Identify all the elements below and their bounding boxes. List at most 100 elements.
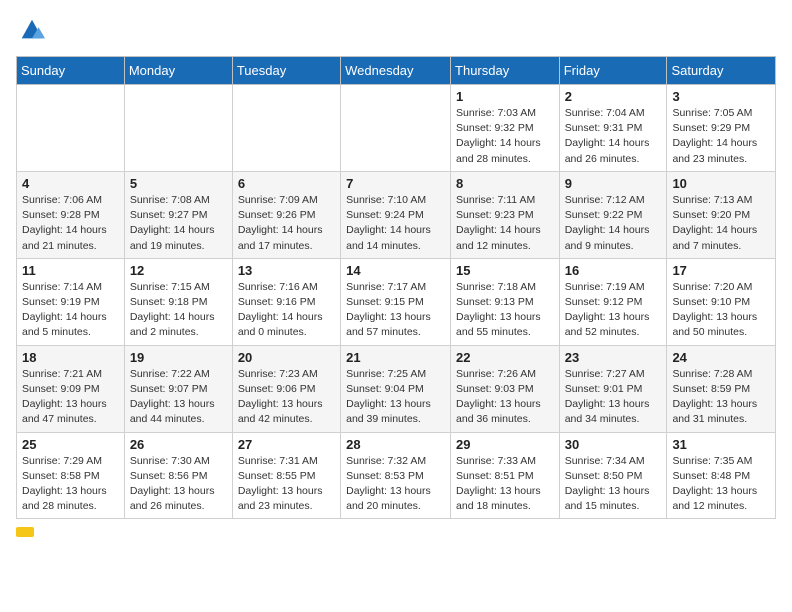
calendar-cell: 18Sunrise: 7:21 AM Sunset: 9:09 PM Dayli… xyxy=(17,345,125,432)
day-number: 21 xyxy=(346,350,445,365)
day-info: Sunrise: 7:23 AM Sunset: 9:06 PM Dayligh… xyxy=(238,367,335,428)
day-info: Sunrise: 7:11 AM Sunset: 9:23 PM Dayligh… xyxy=(456,193,554,254)
day-number: 14 xyxy=(346,263,445,278)
day-number: 30 xyxy=(565,437,662,452)
day-number: 12 xyxy=(130,263,227,278)
day-info: Sunrise: 7:19 AM Sunset: 9:12 PM Dayligh… xyxy=(565,280,662,341)
day-info: Sunrise: 7:15 AM Sunset: 9:18 PM Dayligh… xyxy=(130,280,227,341)
day-number: 9 xyxy=(565,176,662,191)
calendar-cell: 23 Sunrise: 7:27 AM Sunset: 9:01 PM Dayli… xyxy=(559,345,667,432)
day-number: 5 xyxy=(130,176,227,191)
calendar-cell: 15Sunrise: 7:18 AM Sunset: 9:13 PM Dayli… xyxy=(451,258,560,345)
day-info: Sunrise: 7:28 AM Sunset: 8:59 PM Dayligh… xyxy=(672,367,770,428)
day-info: Sunrise: 7:09 AM Sunset: 9:26 PM Dayligh… xyxy=(238,193,335,254)
day-number: 10 xyxy=(672,176,770,191)
day-info: Sunrise: 7:27 AM Sunset: 9:01 PM Dayligh… xyxy=(565,367,662,428)
calendar-cell: 31Sunrise: 7:35 AM Sunset: 8:48 PM Dayli… xyxy=(667,432,776,519)
weekday-header-friday: Friday xyxy=(559,57,667,85)
day-number: 29 xyxy=(456,437,554,452)
day-number: 28 xyxy=(346,437,445,452)
calendar-cell: 12 Sunrise: 7:15 AM Sunset: 9:18 PM Dayli… xyxy=(124,258,232,345)
day-number: 20 xyxy=(238,350,335,365)
day-info: Sunrise: 7:31 AM Sunset: 8:55 PM Dayligh… xyxy=(238,454,335,515)
day-number: 2 xyxy=(565,89,662,104)
calendar-cell: 20 Sunrise: 7:23 AM Sunset: 9:06 PM Dayli… xyxy=(232,345,340,432)
logo-icon xyxy=(18,16,46,44)
calendar-cell: 24 Sunrise: 7:28 AM Sunset: 8:59 PM Dayli… xyxy=(667,345,776,432)
calendar-cell xyxy=(232,85,340,172)
weekday-header-thursday: Thursday xyxy=(451,57,560,85)
day-number: 13 xyxy=(238,263,335,278)
calendar-cell: 16 Sunrise: 7:19 AM Sunset: 9:12 PM Dayli… xyxy=(559,258,667,345)
day-info: Sunrise: 7:16 AM Sunset: 9:16 PM Dayligh… xyxy=(238,280,335,341)
day-info: Sunrise: 7:03 AM Sunset: 9:32 PM Dayligh… xyxy=(456,106,554,167)
header xyxy=(16,16,776,44)
day-info: Sunrise: 7:13 AM Sunset: 9:20 PM Dayligh… xyxy=(672,193,770,254)
calendar-cell: 10 Sunrise: 7:13 AM Sunset: 9:20 PM Dayli… xyxy=(667,171,776,258)
footer-note xyxy=(16,527,776,537)
day-number: 4 xyxy=(22,176,119,191)
day-info: Sunrise: 7:32 AM Sunset: 8:53 PM Dayligh… xyxy=(346,454,445,515)
calendar-cell: 30 Sunrise: 7:34 AM Sunset: 8:50 PM Dayli… xyxy=(559,432,667,519)
calendar-cell: 26 Sunrise: 7:30 AM Sunset: 8:56 PM Dayli… xyxy=(124,432,232,519)
daylight-bar-icon xyxy=(16,527,34,537)
logo xyxy=(16,16,46,44)
calendar-cell: 4 Sunrise: 7:06 AM Sunset: 9:28 PM Daylig… xyxy=(17,171,125,258)
day-info: Sunrise: 7:22 AM Sunset: 9:07 PM Dayligh… xyxy=(130,367,227,428)
day-info: Sunrise: 7:20 AM Sunset: 9:10 PM Dayligh… xyxy=(672,280,770,341)
day-number: 11 xyxy=(22,263,119,278)
day-number: 24 xyxy=(672,350,770,365)
calendar-cell: 25 Sunrise: 7:29 AM Sunset: 8:58 PM Dayli… xyxy=(17,432,125,519)
day-number: 16 xyxy=(565,263,662,278)
calendar-cell: 3 Sunrise: 7:05 AM Sunset: 9:29 PM Daylig… xyxy=(667,85,776,172)
calendar-cell: 8 Sunrise: 7:11 AM Sunset: 9:23 PM Daylig… xyxy=(451,171,560,258)
day-number: 26 xyxy=(130,437,227,452)
day-info: Sunrise: 7:14 AM Sunset: 9:19 PM Dayligh… xyxy=(22,280,119,341)
day-info: Sunrise: 7:33 AM Sunset: 8:51 PM Dayligh… xyxy=(456,454,554,515)
day-number: 8 xyxy=(456,176,554,191)
weekday-header-sunday: Sunday xyxy=(17,57,125,85)
calendar-cell xyxy=(341,85,451,172)
day-info: Sunrise: 7:25 AM Sunset: 9:04 PM Dayligh… xyxy=(346,367,445,428)
day-info: Sunrise: 7:10 AM Sunset: 9:24 PM Dayligh… xyxy=(346,193,445,254)
calendar-cell: 14 Sunrise: 7:17 AM Sunset: 9:15 PM Dayli… xyxy=(341,258,451,345)
day-info: Sunrise: 7:30 AM Sunset: 8:56 PM Dayligh… xyxy=(130,454,227,515)
calendar-cell: 29 Sunrise: 7:33 AM Sunset: 8:51 PM Dayli… xyxy=(451,432,560,519)
week-row-2: 4 Sunrise: 7:06 AM Sunset: 9:28 PM Daylig… xyxy=(17,171,776,258)
calendar-cell xyxy=(17,85,125,172)
weekday-header-wednesday: Wednesday xyxy=(341,57,451,85)
day-info: Sunrise: 7:05 AM Sunset: 9:29 PM Dayligh… xyxy=(672,106,770,167)
day-info: Sunrise: 7:08 AM Sunset: 9:27 PM Dayligh… xyxy=(130,193,227,254)
calendar-cell: 11 Sunrise: 7:14 AM Sunset: 9:19 PM Dayli… xyxy=(17,258,125,345)
day-info: Sunrise: 7:26 AM Sunset: 9:03 PM Dayligh… xyxy=(456,367,554,428)
calendar-cell: 22Sunrise: 7:26 AM Sunset: 9:03 PM Dayli… xyxy=(451,345,560,432)
day-info: Sunrise: 7:35 AM Sunset: 8:48 PM Dayligh… xyxy=(672,454,770,515)
day-number: 18 xyxy=(22,350,119,365)
calendar-table: SundayMondayTuesdayWednesdayThursdayFrid… xyxy=(16,56,776,519)
day-info: Sunrise: 7:17 AM Sunset: 9:15 PM Dayligh… xyxy=(346,280,445,341)
day-number: 23 xyxy=(565,350,662,365)
weekday-header-row: SundayMondayTuesdayWednesdayThursdayFrid… xyxy=(17,57,776,85)
calendar-cell: 27 Sunrise: 7:31 AM Sunset: 8:55 PM Dayli… xyxy=(232,432,340,519)
day-info: Sunrise: 7:06 AM Sunset: 9:28 PM Dayligh… xyxy=(22,193,119,254)
day-number: 17 xyxy=(672,263,770,278)
calendar-cell xyxy=(124,85,232,172)
week-row-4: 18Sunrise: 7:21 AM Sunset: 9:09 PM Dayli… xyxy=(17,345,776,432)
week-row-1: 1Sunrise: 7:03 AM Sunset: 9:32 PM Daylig… xyxy=(17,85,776,172)
day-info: Sunrise: 7:34 AM Sunset: 8:50 PM Dayligh… xyxy=(565,454,662,515)
day-info: Sunrise: 7:29 AM Sunset: 8:58 PM Dayligh… xyxy=(22,454,119,515)
calendar-cell: 6 Sunrise: 7:09 AM Sunset: 9:26 PM Daylig… xyxy=(232,171,340,258)
day-number: 19 xyxy=(130,350,227,365)
day-number: 3 xyxy=(672,89,770,104)
day-number: 7 xyxy=(346,176,445,191)
calendar-cell: 7 Sunrise: 7:10 AM Sunset: 9:24 PM Daylig… xyxy=(341,171,451,258)
day-info: Sunrise: 7:04 AM Sunset: 9:31 PM Dayligh… xyxy=(565,106,662,167)
calendar-cell: 2 Sunrise: 7:04 AM Sunset: 9:31 PM Daylig… xyxy=(559,85,667,172)
week-row-3: 11 Sunrise: 7:14 AM Sunset: 9:19 PM Dayli… xyxy=(17,258,776,345)
day-number: 27 xyxy=(238,437,335,452)
calendar-cell: 21 Sunrise: 7:25 AM Sunset: 9:04 PM Dayli… xyxy=(341,345,451,432)
calendar-cell: 5 Sunrise: 7:08 AM Sunset: 9:27 PM Daylig… xyxy=(124,171,232,258)
day-number: 25 xyxy=(22,437,119,452)
weekday-header-tuesday: Tuesday xyxy=(232,57,340,85)
day-number: 6 xyxy=(238,176,335,191)
